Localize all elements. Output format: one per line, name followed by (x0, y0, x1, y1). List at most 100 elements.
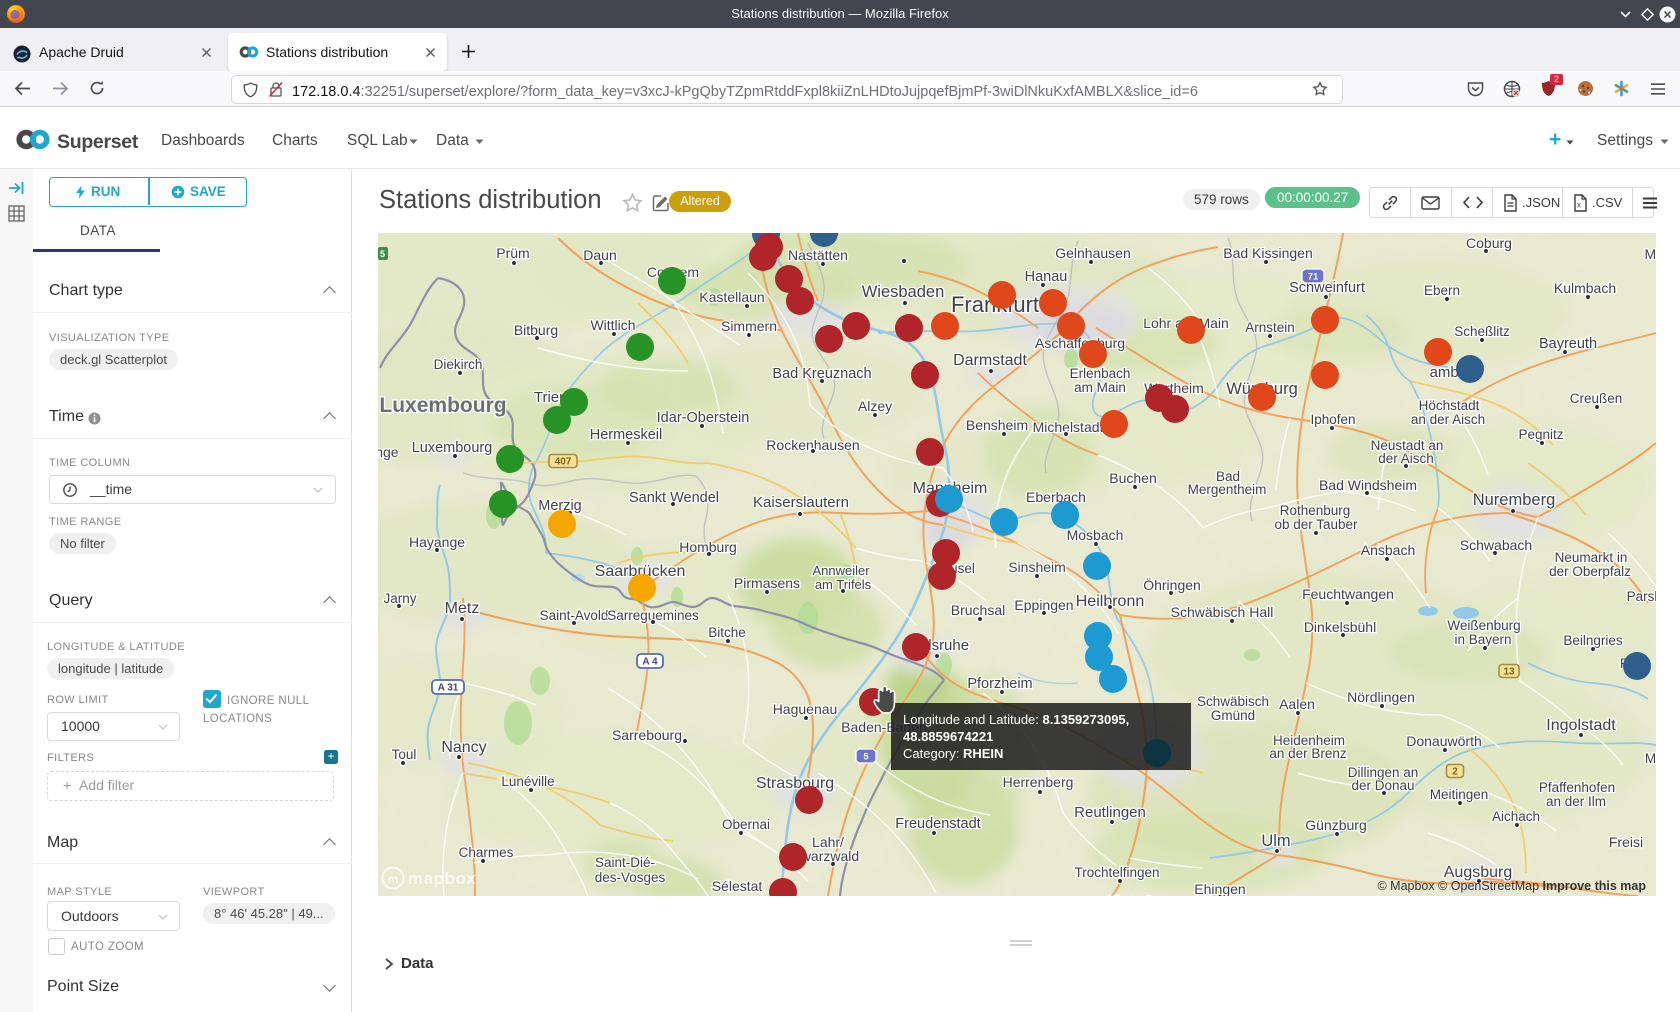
svg-text:Münn: Münn (1644, 246, 1656, 262)
svg-text:Lunéville: Lunéville (501, 774, 554, 789)
svg-text:Günzburg: Günzburg (1305, 817, 1366, 833)
svg-text:Alzey: Alzey (858, 398, 892, 414)
svg-text:Gmünd: Gmünd (1211, 708, 1255, 723)
svg-text:an der Ilm: an der Ilm (1546, 794, 1606, 809)
svg-text:71: 71 (1308, 272, 1319, 283)
svg-text:407: 407 (555, 457, 572, 468)
svg-text:ob der Tauber: ob der Tauber (1274, 517, 1358, 532)
svg-text:des-Vosges: des-Vosges (595, 870, 666, 885)
svg-text:Bitche: Bitche (708, 625, 746, 640)
svg-text:Ingolstadt: Ingolstadt (1546, 717, 1616, 734)
svg-text:Charmes: Charmes (459, 845, 514, 860)
svg-text:Nastätten: Nastätten (788, 247, 848, 263)
svg-text:in Bayern: in Bayern (1454, 632, 1511, 647)
svg-text:Saint-Dié-: Saint-Dié- (595, 855, 655, 870)
svg-text:5: 5 (380, 249, 385, 259)
svg-text:Gelnhausen: Gelnhausen (1055, 245, 1131, 261)
svg-text:Beilngries: Beilngries (1563, 633, 1623, 648)
svg-text:Buchen: Buchen (1109, 470, 1156, 486)
svg-text:Weißenburg: Weißenburg (1447, 618, 1520, 633)
svg-text:Haguenau: Haguenau (773, 701, 838, 717)
svg-text:an der Aisch: an der Aisch (1411, 412, 1485, 427)
svg-text:Pegnitz: Pegnitz (1518, 427, 1563, 442)
svg-text:Longitude and Latitude: 8.1359: Longitude and Latitude: 8.1359273095, (903, 712, 1129, 727)
svg-text:Diekirch: Diekirch (434, 357, 483, 372)
svg-text:Reutlingen: Reutlingen (1074, 804, 1146, 821)
svg-text:Trier: Trier (534, 389, 564, 406)
svg-text:Simmern: Simmern (721, 318, 777, 334)
svg-text:13: 13 (1503, 667, 1515, 678)
svg-text:Schweinfurt: Schweinfurt (1289, 280, 1365, 296)
svg-text:Mosbach: Mosbach (1067, 527, 1124, 543)
svg-text:Höchstadt: Höchstadt (1419, 398, 1480, 413)
svg-text:Hanau: Hanau (1025, 269, 1068, 285)
svg-text:Dinkelsbühl: Dinkelsbühl (1304, 619, 1376, 635)
svg-text:x: x (1577, 201, 1581, 210)
svg-text:Bruchsal: Bruchsal (951, 602, 1005, 618)
svg-text:Ansbach: Ansbach (1361, 542, 1415, 558)
svg-text:Pfaffenhofen: Pfaffenhofen (1539, 780, 1615, 795)
svg-text:2: 2 (1452, 767, 1458, 778)
svg-text:Coburg: Coburg (1466, 235, 1512, 251)
svg-text:Ebern: Ebern (1424, 283, 1460, 298)
svg-text:Herrenberg: Herrenberg (1003, 774, 1074, 790)
svg-text:Luxembourg: Luxembourg (412, 440, 493, 456)
svg-text:Freisi: Freisi (1609, 834, 1643, 850)
svg-text:Kastellaun: Kastellaun (699, 289, 764, 305)
svg-text:Trochtelfingen: Trochtelfingen (1074, 865, 1159, 880)
svg-text:Arnstein: Arnstein (1245, 320, 1295, 335)
svg-text:Albstadt: Albstadt (1105, 894, 1154, 896)
svg-text:Mair: Mair (1645, 751, 1656, 766)
svg-text:Eberbach: Eberbach (1026, 489, 1086, 505)
svg-text:Aalen: Aalen (1279, 696, 1315, 712)
svg-text:der Oberpfalz: der Oberpfalz (1549, 564, 1631, 579)
svg-text:Kaiserslautern: Kaiserslautern (753, 494, 849, 511)
svg-text:Ulm: Ulm (1261, 832, 1290, 850)
svg-text:Sinsheim: Sinsheim (1008, 559, 1066, 575)
svg-text:A 4: A 4 (642, 657, 658, 668)
svg-text:am Main: am Main (1074, 380, 1126, 395)
svg-text:ange: ange (378, 444, 399, 460)
svg-text:Iphofen: Iphofen (1310, 412, 1355, 427)
svg-text:Aschaffenburg: Aschaffenburg (1035, 335, 1125, 351)
svg-text:Donauwörth: Donauwörth (1406, 733, 1482, 749)
svg-text:Freudenstadt: Freudenstadt (895, 816, 980, 832)
svg-text:Schwäbisch: Schwäbisch (1197, 694, 1269, 709)
svg-text:warzwald: warzwald (800, 848, 859, 864)
svg-text:Metz: Metz (445, 600, 480, 617)
svg-text:Darmstadt: Darmstadt (953, 352, 1027, 369)
svg-text:m: m (388, 872, 399, 886)
svg-text:Aichach: Aichach (1492, 809, 1540, 824)
svg-text:Feuchtwangen: Feuchtwangen (1302, 586, 1394, 602)
svg-text:Mergentheim: Mergentheim (1188, 482, 1267, 497)
svg-text:Wittlich: Wittlich (590, 317, 635, 333)
svg-text:Luxembourg: Luxembourg (379, 394, 506, 417)
svg-text:Erlenbach: Erlenbach (1070, 366, 1131, 381)
svg-text:Category: RHEIN: Category: RHEIN (903, 746, 1003, 761)
svg-text:Ehingen: Ehingen (1194, 881, 1245, 896)
svg-text:Wiesbaden: Wiesbaden (862, 283, 945, 301)
svg-text:Parsbe: Parsbe (1627, 589, 1656, 604)
svg-text:Scheßlitz: Scheßlitz (1454, 324, 1510, 339)
svg-text:Prüm: Prüm (496, 245, 529, 261)
svg-text:5: 5 (863, 752, 869, 763)
svg-text:Obernai: Obernai (722, 817, 770, 832)
svg-text:Creußen: Creußen (1570, 391, 1623, 406)
svg-text:mapbox: mapbox (408, 869, 476, 888)
svg-text:Bensheim: Bensheim (966, 417, 1028, 433)
svg-text:Strasbourg: Strasbourg (756, 775, 834, 792)
svg-text:Schwäbisch Hall: Schwäbisch Hall (1171, 604, 1274, 620)
svg-text:an der Brenz: an der Brenz (1269, 746, 1347, 761)
svg-text:A 31: A 31 (438, 683, 459, 694)
svg-text:Meitingen: Meitingen (1430, 787, 1489, 802)
svg-text:Nuremberg: Nuremberg (1473, 491, 1556, 509)
svg-text:48.8859674221: 48.8859674221 (903, 729, 993, 744)
svg-text:Sarrebourg: Sarrebourg (612, 727, 682, 743)
svg-text:Bayreuth: Bayreuth (1539, 336, 1597, 352)
svg-text:Bad Kissingen: Bad Kissingen (1223, 245, 1313, 261)
svg-text:Neumarkt in: Neumarkt in (1555, 550, 1628, 565)
svg-text:Sélestat: Sélestat (712, 878, 763, 894)
svg-text:Kulmbach: Kulmbach (1554, 280, 1616, 296)
svg-text:© Mapbox © OpenStreetMap Impro: © Mapbox © OpenStreetMap Improve this ma… (1377, 879, 1646, 893)
svg-text:Annweiler: Annweiler (812, 563, 870, 578)
